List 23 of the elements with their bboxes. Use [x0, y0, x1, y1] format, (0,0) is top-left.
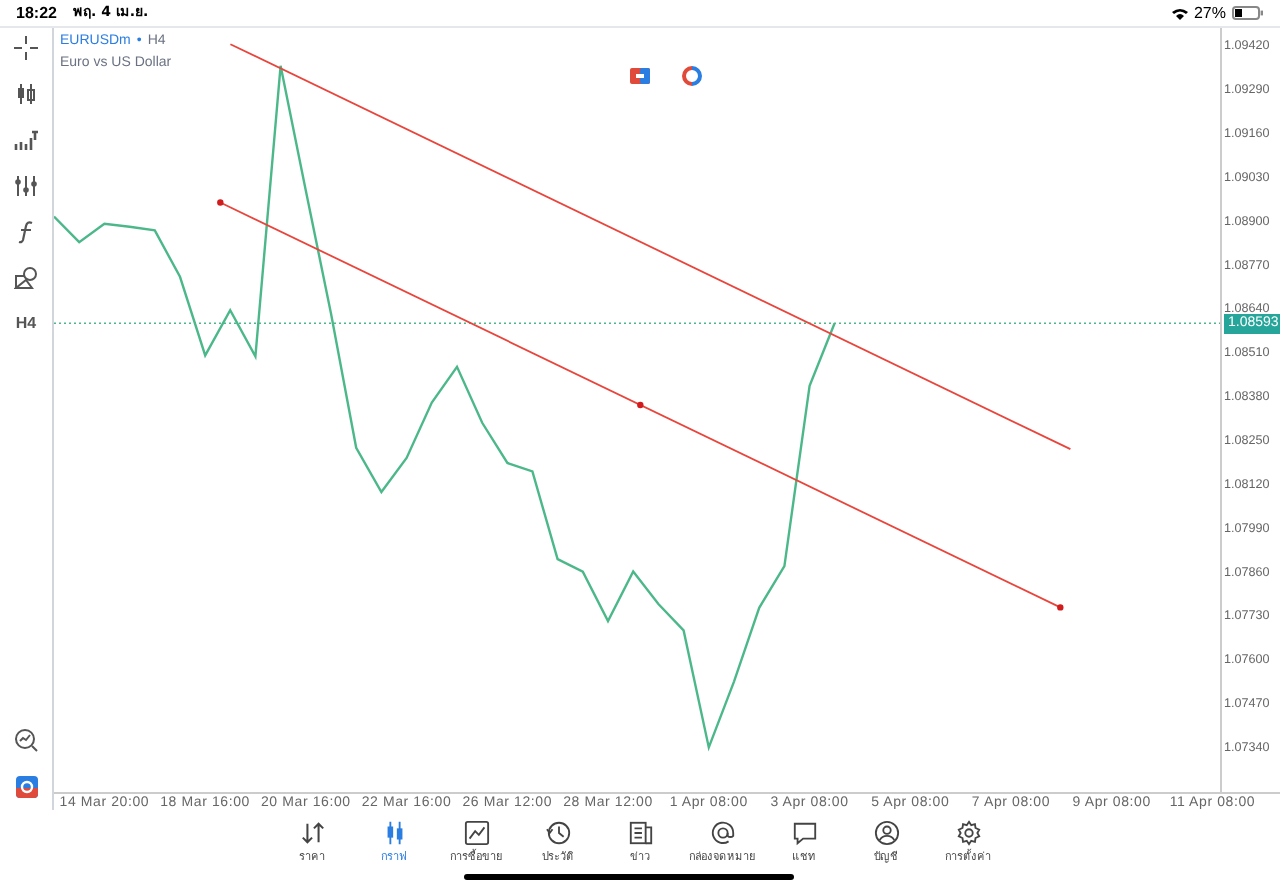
line-chart-icon [463, 820, 489, 846]
candlestick-icon[interactable] [14, 82, 38, 106]
settings-icon [955, 820, 981, 846]
battery-percent: 27% [1193, 1, 1226, 25]
battery-icon [1232, 6, 1264, 20]
user-icon [873, 820, 899, 846]
logo-icon[interactable] [15, 776, 37, 798]
at-sign-icon [709, 820, 735, 846]
shapes-icon[interactable] [14, 266, 38, 290]
crosshair-icon[interactable] [14, 36, 38, 60]
chat-bubble-icon [791, 820, 817, 846]
sliders-icon[interactable] [14, 174, 38, 198]
ring-icon[interactable] [682, 66, 702, 86]
news-icon [627, 820, 653, 846]
trade-icon[interactable] [630, 68, 650, 84]
timeframe-button[interactable]: H4 [15, 312, 37, 336]
bar-chart-icon[interactable] [14, 128, 38, 152]
chart-search-icon[interactable] [14, 728, 38, 752]
function-icon[interactable] [14, 220, 38, 244]
wifi-icon [1171, 7, 1188, 19]
status-time: 18:22 [16, 1, 57, 25]
sort-arrows-icon [299, 820, 325, 846]
history-icon [545, 820, 571, 846]
